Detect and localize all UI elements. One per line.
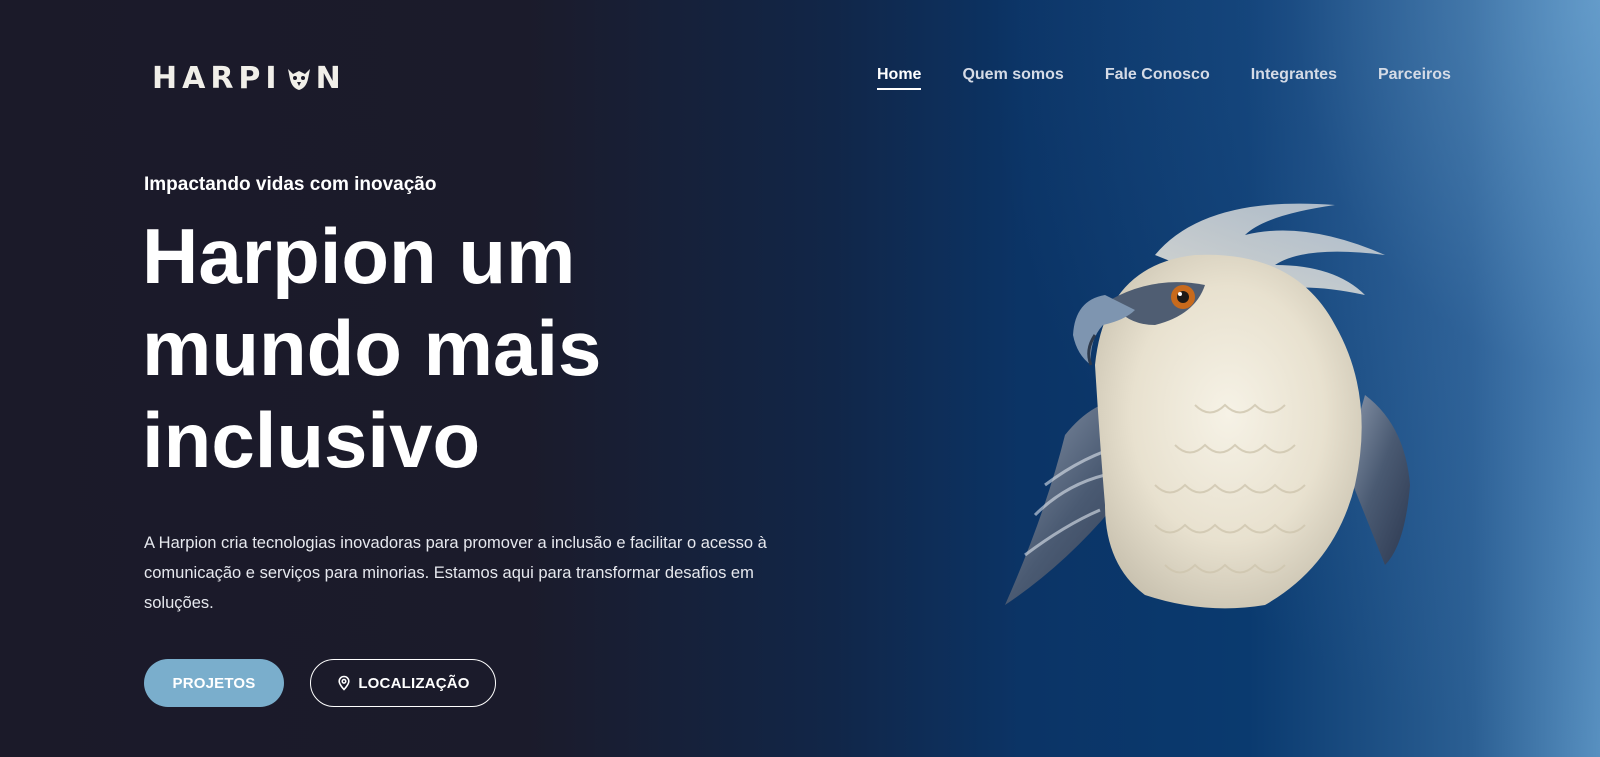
nav-home[interactable]: Home [877,66,922,90]
hero-description: A Harpion cria tecnologias inovadoras pa… [144,534,767,612]
nav-quem-somos[interactable]: Quem somos [962,66,1063,90]
nav-parceiros[interactable]: Parceiros [1378,66,1451,90]
nav-integrantes[interactable]: Integrantes [1251,66,1337,90]
localizacao-button-label: LOCALIZAÇÃO [358,674,470,692]
main-nav: Home Quem somos Fale Conosco Integrantes… [877,66,1492,90]
localizacao-button[interactable]: LOCALIZAÇÃO [310,659,496,707]
logo-text-left: HARPI [152,60,282,96]
eagle-head-logo-icon [287,69,310,90]
logo[interactable]: HARPI N [152,60,346,96]
projetos-button[interactable]: PROJETOS [144,659,284,707]
projetos-button-label: PROJETOS [172,674,256,692]
hero-tagline: Impactando vidas com inovação [144,174,437,195]
nav-fale-conosco[interactable]: Fale Conosco [1105,66,1210,90]
harpy-eagle-illustration [1005,203,1410,609]
logo-text-right: N [315,60,346,96]
map-pin-icon [338,675,350,691]
hero-headline: Harpion um mundo mais inclusivo [142,212,602,484]
